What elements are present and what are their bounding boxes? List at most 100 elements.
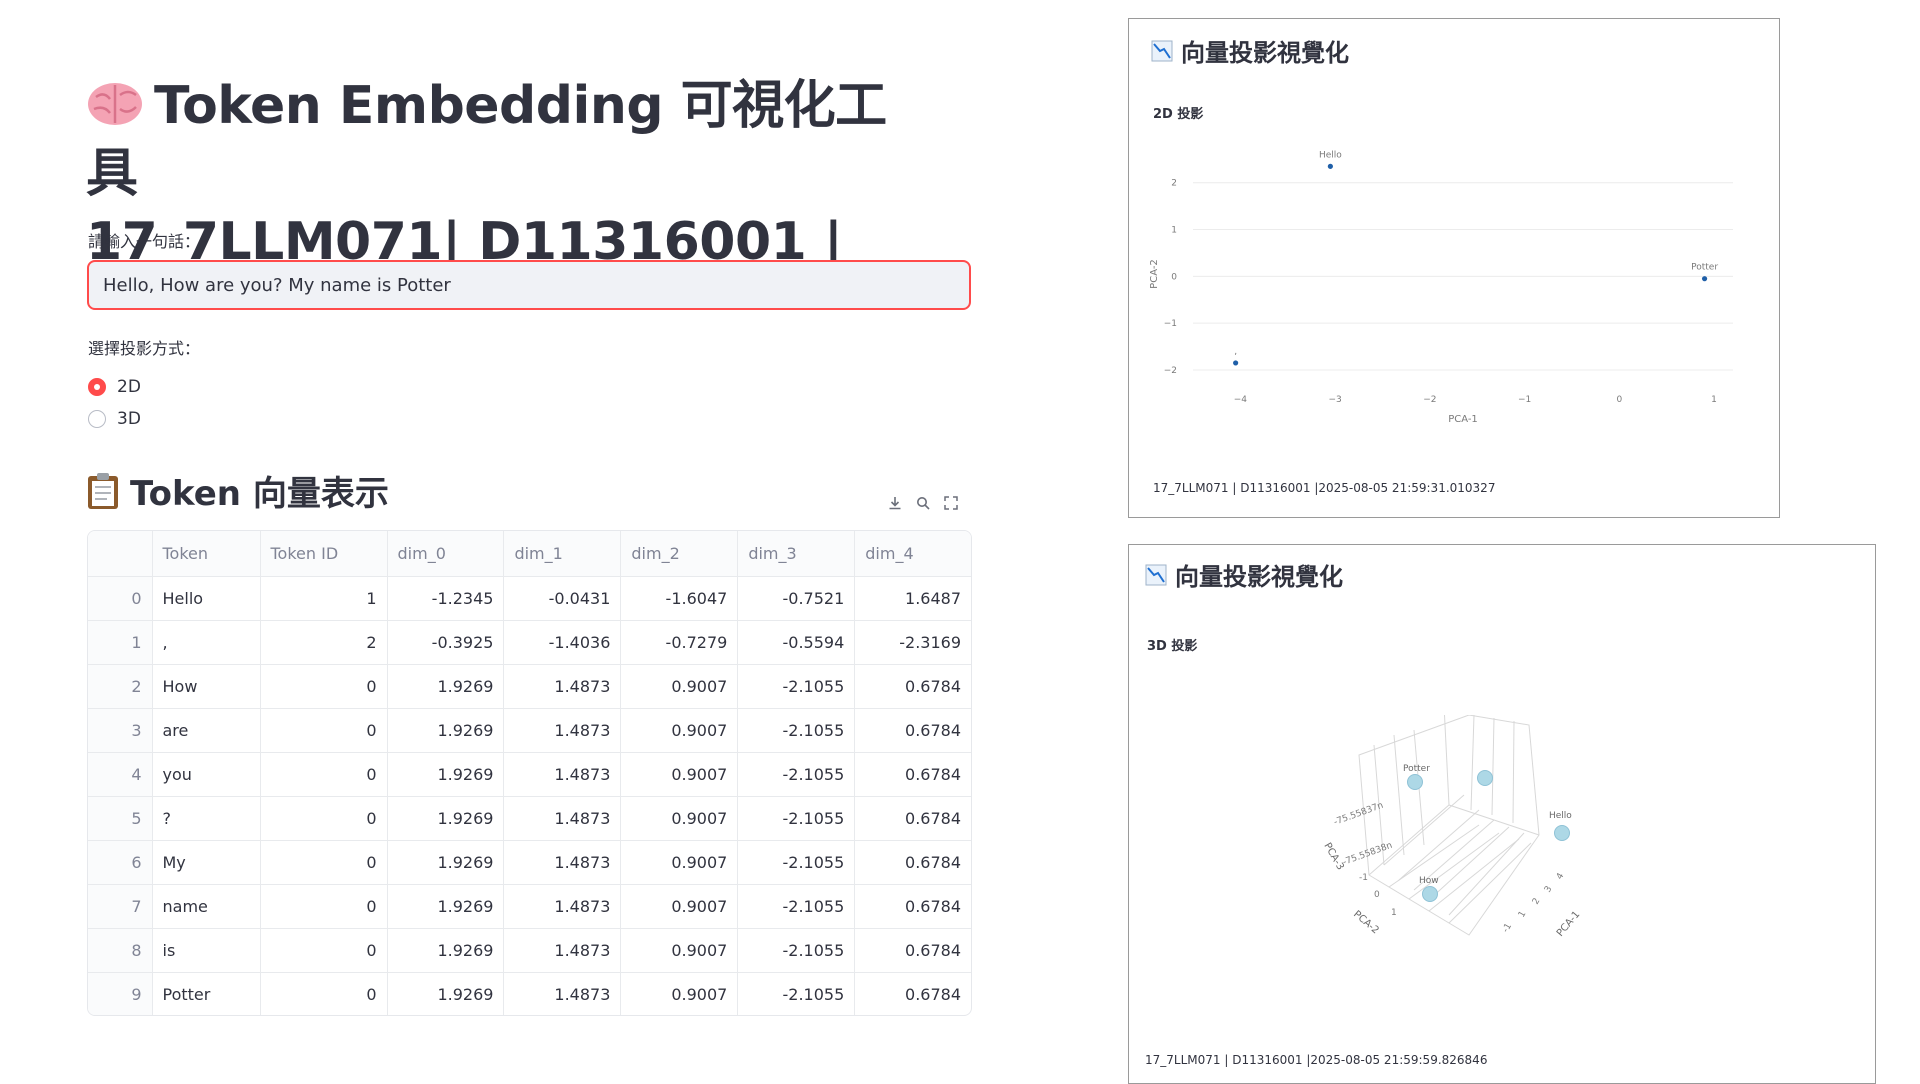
column-header[interactable]: Token ID [260, 531, 388, 577]
table-cell[interactable]: you [152, 752, 261, 797]
table-cell[interactable]: 0.6784 [854, 840, 971, 885]
table-cell[interactable]: -0.7279 [620, 620, 739, 665]
table-cell[interactable]: 1.4873 [503, 840, 622, 885]
table-cell[interactable]: -0.5594 [737, 620, 856, 665]
table-cell[interactable]: 0.6784 [854, 664, 971, 709]
table-cell[interactable]: How [152, 664, 261, 709]
table-cell[interactable]: -0.0431 [503, 576, 622, 621]
column-header[interactable]: Token [152, 531, 261, 577]
table-cell[interactable]: 1.6487 [854, 576, 971, 621]
data-point[interactable] [1422, 886, 1438, 902]
download-button[interactable] [884, 492, 906, 514]
table-cell[interactable]: 0.6784 [854, 708, 971, 753]
table-cell[interactable]: 1.9269 [387, 972, 505, 1015]
scatter-2d-chart[interactable]: −2 −1 0 1 2 −4 −3 −2 −1 0 1 PCA-1 PCA-2 Hello, Potter [1139, 144, 1759, 484]
table-cell[interactable]: 1.4873 [503, 884, 622, 929]
table-cell[interactable]: 1.4873 [503, 796, 622, 841]
table-cell[interactable]: -0.7521 [737, 576, 856, 621]
table-cell[interactable]: -2.1055 [737, 928, 856, 973]
radio-checked-icon[interactable] [88, 378, 106, 396]
table-cell[interactable]: 2 [260, 620, 388, 665]
table-cell[interactable]: 0.9007 [620, 752, 739, 797]
table-cell[interactable]: 0.9007 [620, 884, 739, 929]
table-cell[interactable]: 1.4873 [503, 708, 622, 753]
table-cell[interactable]: 1.9269 [387, 884, 505, 929]
table-cell[interactable]: -2.1055 [737, 796, 856, 841]
table-cell[interactable]: 1.9269 [387, 708, 505, 753]
data-point[interactable] [1477, 770, 1493, 786]
table-cell[interactable]: 0 [260, 840, 388, 885]
sentence-input[interactable] [87, 260, 971, 310]
table-cell[interactable]: 0 [260, 972, 388, 1015]
data-point[interactable] [1701, 276, 1708, 282]
table-cell[interactable]: 0.6784 [854, 884, 971, 929]
column-header[interactable]: dim_4 [854, 531, 971, 577]
panel-2d-subtitle: 2D 投影 [1153, 107, 1204, 122]
table-cell[interactable]: 1.4873 [503, 928, 622, 973]
table-cell[interactable]: 1.9269 [387, 840, 505, 885]
table-cell[interactable]: -1.2345 [387, 576, 505, 621]
column-header[interactable]: dim_3 [737, 531, 856, 577]
column-header[interactable]: dim_0 [387, 531, 505, 577]
table-cell[interactable]: 0 [260, 664, 388, 709]
data-point[interactable] [1407, 774, 1423, 790]
table-cell[interactable]: ? [152, 796, 261, 841]
table-cell[interactable]: -2.1055 [737, 884, 856, 929]
table-cell[interactable]: 0 [260, 708, 388, 753]
table-cell[interactable]: 1.9269 [387, 796, 505, 841]
table-cell[interactable]: -2.1055 [737, 708, 856, 753]
table-cell[interactable]: 0 [260, 928, 388, 973]
table-cell[interactable]: 0.9007 [620, 840, 739, 885]
table-cell[interactable]: 0.6784 [854, 752, 971, 797]
table-cell[interactable]: 0.9007 [620, 796, 739, 841]
table-cell[interactable]: -2.3169 [854, 620, 971, 665]
table-cell[interactable]: Potter [152, 972, 261, 1015]
table-cell[interactable]: 1 [260, 576, 388, 621]
fullscreen-button[interactable] [940, 492, 962, 514]
table-cell[interactable]: My [152, 840, 261, 885]
column-header-index[interactable] [88, 531, 153, 577]
table-cell[interactable]: 0.6784 [855, 972, 971, 1015]
table-cell[interactable]: 0.9007 [620, 708, 739, 753]
data-point[interactable] [1233, 360, 1239, 366]
token-dataframe[interactable]: Token Token ID dim_0 dim_1 dim_2 dim_3 dim_4 0… [87, 530, 972, 1016]
table-cell[interactable]: 1.4873 [503, 752, 622, 797]
scatter-3d-chart[interactable]: PCA-3 -75.55837n -75.55838n -1 0 1 PCA-2… [1299, 715, 1619, 975]
table-cell[interactable]: 1.4873 [503, 664, 622, 709]
table-cell[interactable]: name [152, 884, 261, 929]
table-cell[interactable]: 0.6784 [854, 928, 971, 973]
table-cell[interactable]: are [152, 708, 261, 753]
column-header[interactable]: dim_1 [503, 531, 622, 577]
radio-option-3d[interactable]: 3D [88, 409, 141, 429]
table-cell[interactable]: -2.1055 [737, 972, 856, 1015]
search-button[interactable] [912, 492, 934, 514]
column-header[interactable]: dim_2 [620, 531, 739, 577]
table-cell[interactable]: 0 [260, 796, 388, 841]
table-cell[interactable]: 1.4873 [503, 972, 622, 1015]
table-cell[interactable]: 0.9007 [620, 972, 739, 1015]
y-tick-label: 0 [1171, 272, 1177, 282]
table-cell[interactable]: 0 [260, 752, 388, 797]
row-index-cell: 4 [88, 752, 153, 797]
table-cell[interactable]: 0.9007 [620, 928, 739, 973]
table-cell[interactable]: 1.9269 [387, 752, 505, 797]
table-cell[interactable]: 1.9269 [387, 928, 505, 973]
table-cell[interactable]: -0.3925 [387, 620, 505, 665]
data-point[interactable] [1554, 825, 1570, 841]
table-cell[interactable]: -2.1055 [737, 840, 856, 885]
tick-label: 1 [1517, 910, 1529, 920]
table-cell[interactable]: -1.4036 [503, 620, 622, 665]
table-cell[interactable]: 0 [260, 884, 388, 929]
table-cell[interactable]: -2.1055 [737, 752, 856, 797]
table-cell[interactable]: -1.6047 [620, 576, 739, 621]
table-cell[interactable]: is [152, 928, 261, 973]
table-cell[interactable]: 1.9269 [387, 664, 505, 709]
table-cell[interactable]: -2.1055 [737, 664, 856, 709]
table-cell[interactable]: 0.9007 [620, 664, 739, 709]
table-cell[interactable]: Hello [152, 576, 261, 621]
radio-unchecked-icon[interactable] [88, 410, 106, 428]
table-cell[interactable]: 0.6784 [854, 796, 971, 841]
radio-option-2d[interactable]: 2D [88, 377, 141, 397]
data-point[interactable] [1327, 163, 1333, 169]
table-cell[interactable]: , [152, 620, 261, 665]
